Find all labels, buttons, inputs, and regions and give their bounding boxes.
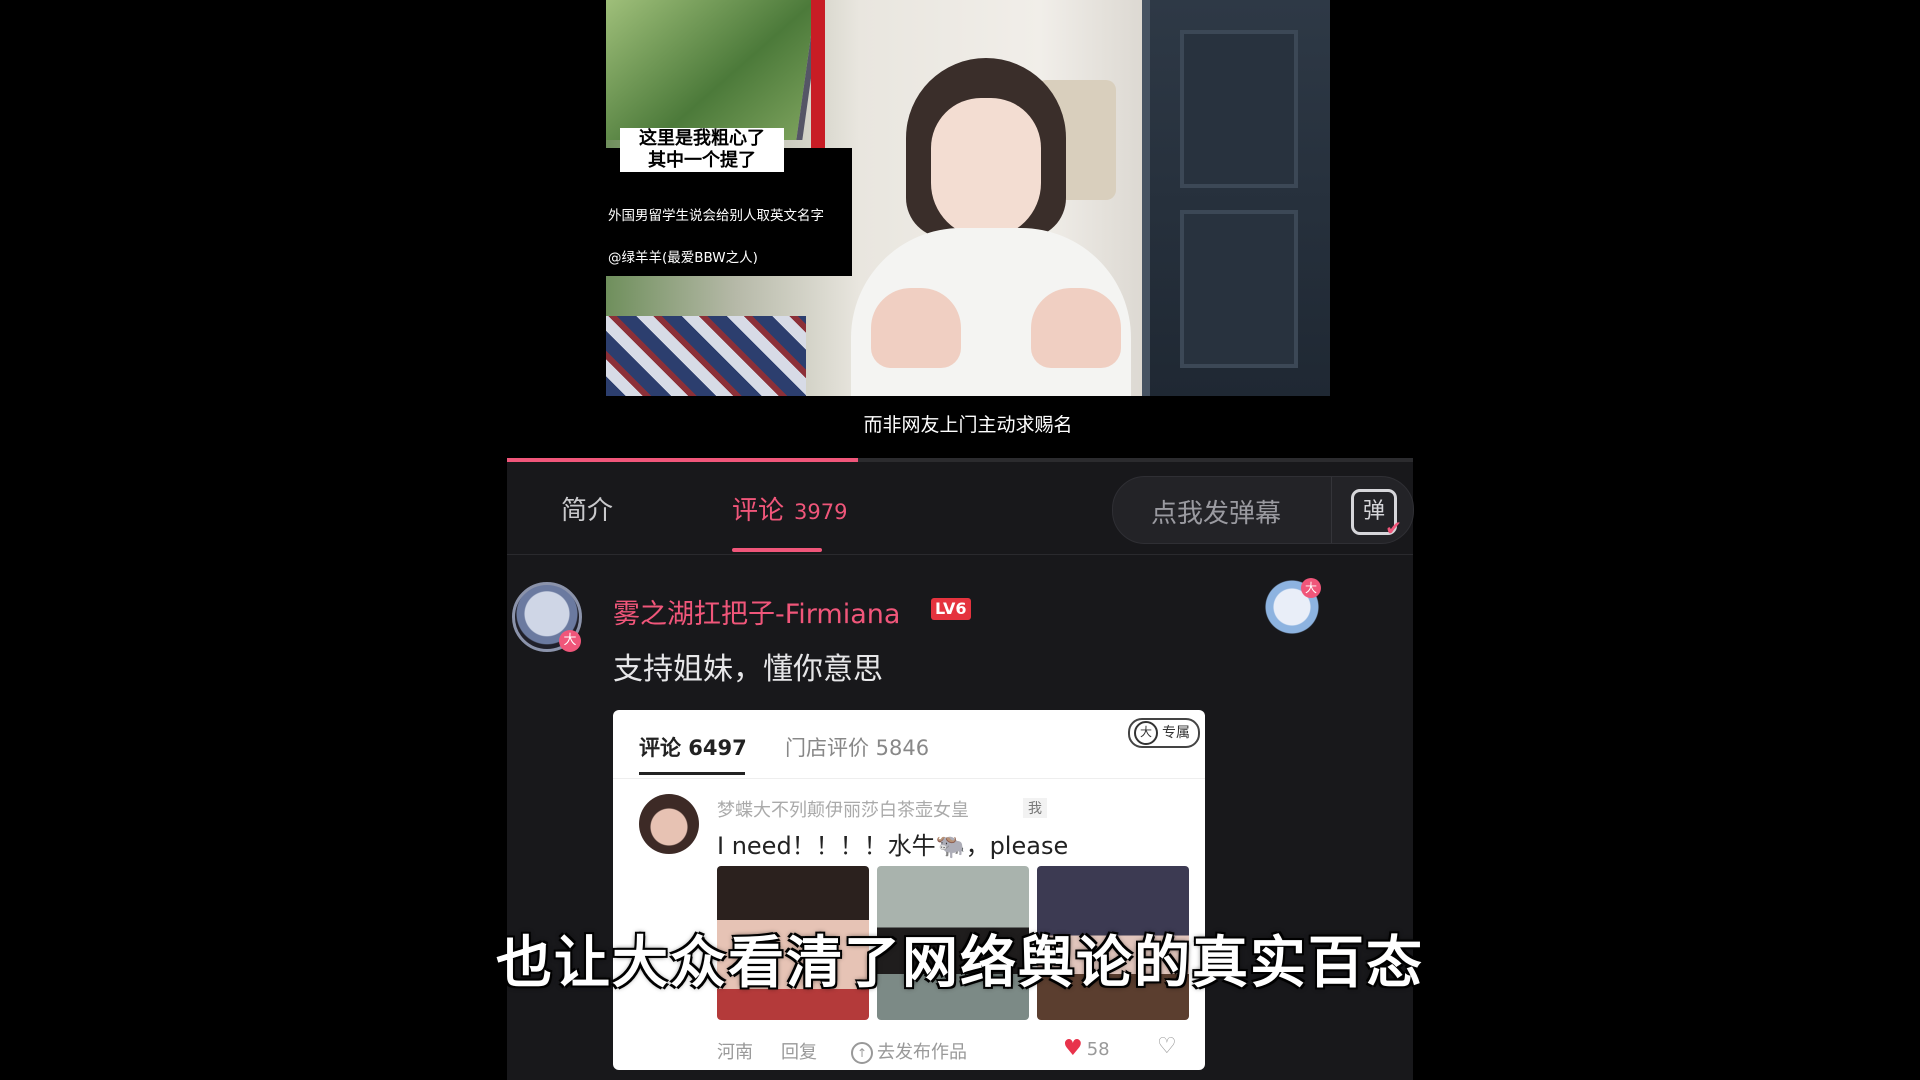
embed-like-count: 58 (1086, 1039, 1110, 1060)
door-panel (1180, 30, 1298, 188)
door-panel (1180, 210, 1298, 368)
embed-tab-underline (639, 772, 745, 775)
embed-publish-label: 去发布作品 (877, 1042, 967, 1063)
embed-exclusive-label: 专属 (1162, 725, 1190, 741)
red-tassel-decoration (811, 0, 825, 150)
check-icon: ✔ (1385, 516, 1402, 540)
embed-tab-reviews: 门店评价 5846 (785, 736, 930, 760)
embed-location: 河南 (717, 1042, 753, 1063)
comment-text: 支持姐妹，懂你意思 (613, 652, 883, 687)
embed-avatar (639, 794, 699, 854)
upload-icon: ↑ (851, 1042, 873, 1064)
presenter-right-hand (1031, 288, 1121, 368)
avatar-badge: 大 (559, 630, 581, 652)
heart-icon: ♥ (1063, 1036, 1083, 1061)
embed-exclusive-badge: 大专属 (1128, 718, 1200, 748)
comment-image-attachment[interactable]: 评论 6497 门店评价 5846 大专属 梦蝶大不列颠伊丽莎白茶壶女皇 我 I… (613, 710, 1205, 1070)
dislike-icon: ♡ (1157, 1034, 1177, 1059)
embed-comment-text: I need！！！！水牛🐃，please (717, 832, 1069, 860)
embed-like: ♥ 58 (1063, 1036, 1110, 1061)
video-overlay-line: 外国男留学生说会给别人取英文名字 (608, 208, 824, 224)
embed-reply: 回复 (781, 1042, 817, 1063)
sofa (606, 316, 806, 396)
active-tab-indicator (732, 548, 822, 552)
presenter-left-hand (871, 288, 961, 368)
tab-bar: 简介 评论 3979 点我发弹幕 弹 ✔ (507, 462, 1414, 555)
danmaku-toggle-icon[interactable]: 弹 ✔ (1351, 489, 1402, 538)
danmaku-icon-glyph: 弹 (1362, 499, 1385, 524)
video-subtitle: 而非网友上门主动求赐名 (863, 414, 1073, 436)
tab-comments-label: 评论 (732, 496, 785, 526)
danmaku-input-box[interactable]: 点我发弹幕 弹 ✔ (1112, 476, 1414, 544)
embed-me-tag: 我 (1023, 798, 1047, 818)
danmaku-divider (1331, 477, 1332, 543)
comments-count: 3979 (794, 500, 848, 524)
embed-username: 梦蝶大不列颠伊丽莎白茶壶女皇 (717, 800, 969, 821)
door (1142, 0, 1330, 396)
video-caption-top: 这里是我粗心了 其中一个提了 (620, 128, 784, 172)
presenter-face (931, 98, 1041, 238)
overlay-subtitle: 也让大众看清了网络舆论的真实百态 (496, 931, 1424, 996)
video-overlay-line: @绿羊羊(最爱BBW之人) (608, 250, 758, 266)
embed-divider (613, 778, 1205, 779)
decoration-sticker-icon: 大 (1263, 578, 1321, 636)
embed-exclusive-icon: 大 (1134, 721, 1158, 745)
window-scenery (606, 0, 822, 140)
tab-intro[interactable]: 简介 (561, 490, 613, 527)
embed-tab-comments: 评论 6497 (639, 736, 747, 760)
danmaku-input[interactable]: 点我发弹幕 (1151, 493, 1281, 530)
presenter (851, 58, 1131, 396)
commenter-username[interactable]: 雾之湖扛把子-Firmiana (613, 592, 900, 631)
tab-comments[interactable]: 评论 3979 (732, 490, 847, 527)
level-badge: LV6 (931, 598, 971, 620)
sticker-badge: 大 (1301, 578, 1321, 598)
embed-publish: ↑ 去发布作品 (851, 1038, 967, 1064)
embed-footer: 河南 回复 ↑ 去发布作品 ♥ 58 ♡ (613, 1030, 1205, 1070)
